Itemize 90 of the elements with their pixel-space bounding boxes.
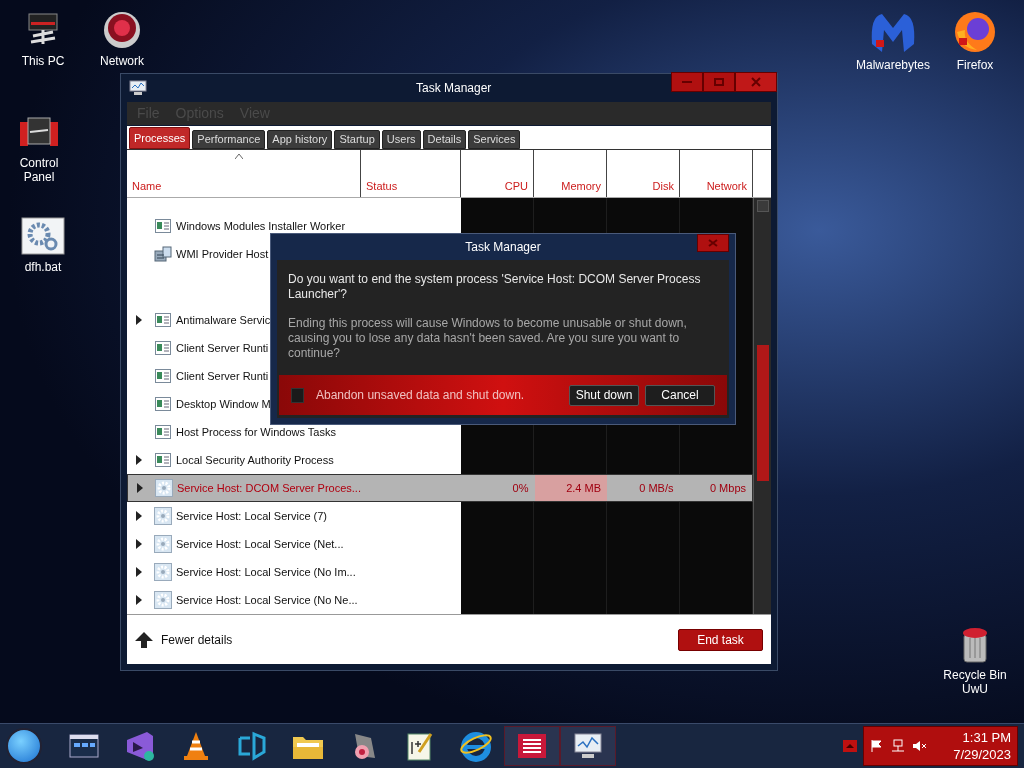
notepad-pencil-icon[interactable] (405, 730, 435, 762)
app-window-icon (155, 397, 171, 411)
app-window-icon (155, 341, 171, 355)
process-stat: 0 MB/s (639, 480, 674, 496)
app-window-icon (155, 453, 171, 467)
expand-arrow-icon[interactable] (136, 567, 142, 577)
start-button[interactable] (6, 728, 42, 764)
expand-arrow-icon[interactable] (136, 595, 142, 605)
scrollbar[interactable] (753, 198, 771, 614)
process-name: Service Host: Local Service (7) (176, 508, 327, 524)
end-task-button[interactable]: End task (678, 628, 763, 651)
dialog-button[interactable]: Shut down (569, 384, 639, 406)
e-logo-icon[interactable] (459, 730, 493, 762)
monitor-graph-icon[interactable] (572, 732, 604, 760)
expand-arrow-icon[interactable] (136, 455, 142, 465)
desktop-icon-label[interactable]: Firefox (956, 58, 994, 72)
process-name: Host Process for Windows Tasks (176, 424, 336, 440)
traffic-cone-icon[interactable] (181, 730, 211, 762)
clock-date[interactable]: 7/29/2023 (953, 746, 1011, 763)
process-name: Service Host: Local Service (No Im... (176, 564, 356, 580)
expand-arrow-icon[interactable] (136, 315, 142, 325)
gears-icon (21, 216, 65, 256)
tab[interactable]: Performance (192, 130, 266, 149)
selected-process-row[interactable]: Service Host: DCOM Server Proces... 0% 2.4 MB 0 MB/s 0 Mbps (127, 474, 753, 502)
process-stat: 0 Mbps (709, 480, 746, 496)
process-stat: 2.4 MB (566, 480, 601, 496)
server-icon (154, 246, 172, 262)
desktop-icon-label[interactable]: dfh.bat (24, 260, 62, 274)
column-header[interactable]: Status (366, 177, 398, 194)
list-lines-icon[interactable] (517, 733, 547, 759)
taskbar-item[interactable] (504, 726, 560, 766)
column-header[interactable]: CPU (504, 177, 528, 194)
process-name: Service Host: DCOM Server Proces... (177, 480, 361, 496)
column-header[interactable]: Name (132, 177, 162, 194)
process-name: Windows Modules Installer Worker (176, 218, 346, 234)
dialog-question: Do you want to end the system process 'Service Host: DCOM Server Process Launcher'? (288, 272, 702, 302)
muted-speaker-icon[interactable] (912, 739, 928, 753)
up-arrow-icon[interactable] (135, 631, 153, 648)
process-name: Client Server Runti (176, 340, 269, 356)
app-window-icon (155, 313, 171, 327)
tab[interactable]: Services (468, 130, 521, 149)
taskbar-item[interactable] (560, 726, 616, 766)
app-window-icon (155, 369, 171, 383)
tab[interactable]: App history (267, 130, 333, 149)
checkbox[interactable] (291, 387, 304, 403)
code-editor-icon[interactable] (236, 730, 268, 762)
desktop-icon-label[interactable]: Network (100, 54, 144, 68)
dialog-warning: Ending this process will cause Windows to become unusable or shut down, causing you to lose any data hasn't been saved. Are you sure you want to continue? (288, 316, 688, 361)
gear-icon (154, 507, 172, 525)
process-name: Service Host: Local Service (Net... (176, 536, 344, 552)
gear-icon (154, 535, 172, 553)
show-hidden-icon[interactable] (843, 740, 857, 752)
dialog-title: Task Manager (465, 239, 541, 256)
desktop-icon-label[interactable]: Malwarebytes (856, 58, 930, 72)
desktop-icon-label[interactable]: Control Panel (4, 156, 74, 184)
network-icon[interactable] (890, 739, 906, 753)
desktop-icon-label[interactable]: Recycle Bin UwU (943, 668, 1007, 696)
tab[interactable]: Processes (129, 127, 191, 149)
process-name: Client Server Runti (176, 368, 269, 384)
fewer-details-link[interactable]: Fewer details (161, 630, 233, 649)
gear-icon (154, 563, 172, 581)
column-header[interactable]: Network (706, 177, 747, 194)
desktop-icon-label[interactable]: This PC (21, 54, 65, 68)
process-name: Antimalware Servic (176, 312, 271, 328)
window-title: Task Manager (416, 80, 492, 98)
gear-icon (155, 479, 173, 497)
tab[interactable]: Details (422, 130, 467, 149)
terminal-window-icon[interactable] (69, 733, 99, 759)
checkbox-label[interactable]: Abandon unsaved data and shut down. (316, 386, 525, 404)
tab[interactable]: Users (381, 130, 421, 149)
flag-icon[interactable] (870, 739, 884, 753)
tab[interactable]: Startup (334, 130, 380, 149)
expand-arrow-icon[interactable] (136, 539, 142, 549)
close-icon (708, 239, 718, 247)
column-header[interactable]: Disk (652, 177, 674, 194)
monitor-graph-icon (129, 80, 147, 97)
clock-time[interactable]: 1:31 PM (962, 729, 1011, 746)
app-window-icon (155, 219, 171, 233)
gear-icon (154, 591, 172, 609)
dialog-button[interactable]: Cancel (645, 384, 715, 406)
expand-arrow-icon[interactable] (136, 511, 142, 521)
process-name: Desktop Window M (176, 396, 271, 412)
expand-arrow-icon[interactable] (137, 483, 143, 493)
app-window-icon (155, 425, 171, 439)
close-icon (751, 77, 761, 87)
process-name: Service Host: Local Service (No Ne... (176, 592, 358, 608)
process-stat: 0% (512, 480, 529, 496)
column-header[interactable]: Memory (561, 177, 601, 194)
process-name: Local Security Authority Process (176, 452, 334, 468)
process-name: WMI Provider Host (176, 246, 269, 262)
